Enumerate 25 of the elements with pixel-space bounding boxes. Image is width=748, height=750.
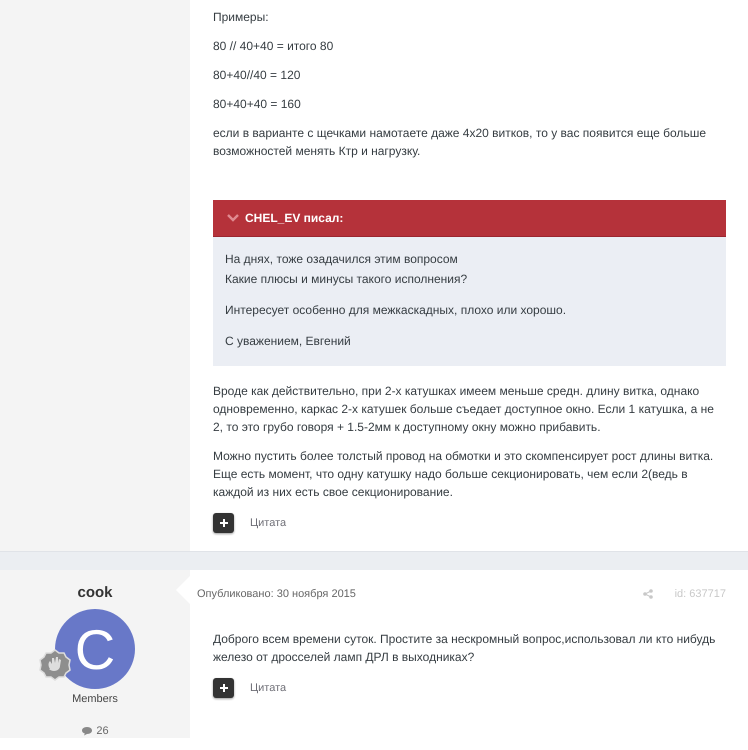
rank-badge-icon [39, 649, 71, 681]
quote-author: CHEL_EV писал: [245, 211, 344, 225]
post-text: если в варианте с щечками намотаете даже 4х20 витков, то у вас появится еще больше возможностей менять Ктр и нагрузку. [213, 125, 707, 160]
multiquote-button[interactable] [213, 678, 234, 698]
quote-text: С уважением, Евгений [225, 333, 352, 350]
member-group: Members [72, 693, 118, 705]
post-text: Доброго всем времени суток. Простите за нескромный вопрос,использовал ли кто нибудь железо от дросселей ламп ДРЛ в выходниках? [213, 631, 716, 666]
author-name[interactable]: cook [77, 584, 112, 601]
multiquote-button[interactable] [213, 513, 234, 533]
post-text: 80+40+40 = 160 [213, 96, 302, 113]
post-count: 26 [96, 725, 109, 737]
quote-link[interactable]: Цитата [250, 517, 286, 529]
comment-icon [81, 726, 94, 736]
post-text: 80 // 40+40 = итого 80 [213, 38, 334, 55]
post-text: Можно пустить более толстый провод на обмотки и это скомпенсирует рост длины витка. Еще есть момент, что одну катушку надо больше секционировать, чем если 2(ведь в каждой из них есть свое секционирование. [213, 448, 714, 501]
quote-link[interactable]: Цитата [250, 682, 286, 694]
quote-text: На днях, тоже озадачился этим вопросом Какие плюсы и минусы такого исполнения? [225, 251, 468, 288]
plus-icon [218, 683, 228, 693]
post-text: Примеры: [213, 9, 270, 26]
avatar[interactable]: C [55, 609, 135, 689]
quote-text: Интересует особенно для межкаскадных, плохо или хорошо. [225, 302, 568, 319]
post-text: Вроде как действительно, при 2-х катушках имеем меньше средн. длину витка, однако одновременно, каркас 2-х катушек больше съедает доступное окно. Если 1 катушка, а не 2, то это грубо говоря + 1.5-2мм к доступному окну можно прибавить. [213, 383, 715, 436]
post-text: 80+40//40 = 120 [213, 67, 302, 84]
publish-date: Опубликовано: 30 ноября 2015 [197, 588, 356, 600]
plus-icon [218, 518, 228, 528]
